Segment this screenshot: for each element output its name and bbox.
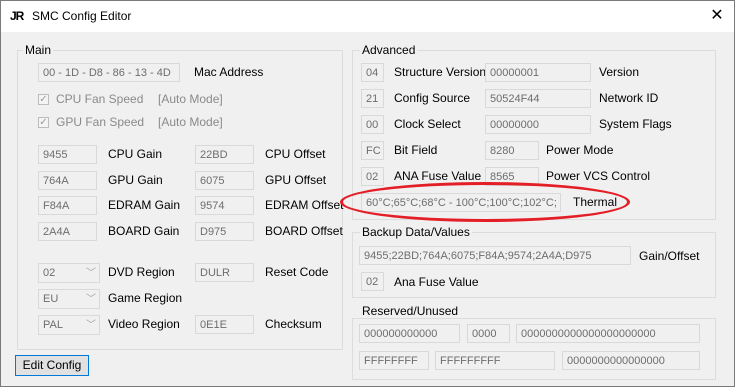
network-id-label: Network ID: [599, 91, 659, 105]
reserved-field-4[interactable]: FFFFFFFF: [359, 351, 429, 370]
ana-fuse-small[interactable]: 02: [361, 167, 384, 186]
chevron-down-icon: ﹀: [86, 294, 96, 305]
backup-ana-fuse-field[interactable]: 02: [361, 272, 384, 291]
gpu-fan-checkbox[interactable]: ✓: [38, 117, 49, 128]
cpu-fan-checkbox[interactable]: ✓: [38, 94, 49, 105]
board-gain-field[interactable]: 2A4A: [38, 222, 97, 241]
window-title: SMC Config Editor: [32, 9, 132, 23]
version-label: Version: [599, 65, 640, 79]
advanced-legend: Advanced: [360, 43, 418, 57]
ana-fuse-label: ANA Fuse Value: [394, 169, 482, 183]
edram-offset-label: EDRAM Offset: [265, 198, 344, 212]
reserved-field-6[interactable]: 0000000000000000: [562, 351, 700, 370]
cpu-fan-label: CPU Fan Speed: [56, 92, 144, 106]
version-field[interactable]: 00000001: [485, 63, 591, 82]
bit-field-small[interactable]: FC: [361, 141, 384, 160]
clock-select-label: Clock Select: [394, 117, 461, 131]
config-source-label: Config Source: [394, 91, 471, 105]
gpu-fan-label: GPU Fan Speed: [56, 115, 145, 129]
close-icon[interactable]: ✕: [701, 3, 733, 29]
app-icon: JR: [10, 9, 24, 23]
power-vcs-label: Power VCS Control: [546, 169, 651, 183]
cpu-fan-mode: [Auto Mode]: [158, 92, 223, 106]
edram-gain-field[interactable]: F84A: [38, 196, 97, 215]
structure-version-small[interactable]: 04: [361, 63, 384, 82]
gpu-fan-mode: [Auto Mode]: [158, 115, 223, 129]
mac-address-field[interactable]: 00 - 1D - D8 - 86 - 13 - 4D: [38, 63, 180, 82]
reset-code-label: Reset Code: [265, 265, 329, 279]
reserved-field-3[interactable]: 0000000000000000000000: [516, 324, 700, 343]
gpu-offset-field[interactable]: 6075: [195, 171, 254, 190]
board-offset-label: BOARD Offset: [265, 224, 343, 238]
gpu-gain-label: GPU Gain: [108, 173, 163, 187]
backup-ana-fuse-label: Ana Fuse Value: [394, 275, 479, 289]
chevron-down-icon: ﹀: [86, 268, 96, 279]
highlight-ellipse: [340, 182, 630, 222]
backup-legend: Backup Data/Values: [360, 225, 472, 239]
mac-address-label: Mac Address: [194, 65, 264, 79]
edit-config-button[interactable]: Edit Config: [15, 355, 89, 376]
reset-code-field[interactable]: DULR: [195, 263, 254, 282]
system-flags-field[interactable]: 00000000: [485, 115, 591, 134]
main-legend: Main: [23, 43, 54, 57]
reserved-field-2[interactable]: 0000: [467, 324, 510, 343]
config-source-small[interactable]: 21: [361, 89, 384, 108]
bit-field-label: Bit Field: [394, 143, 438, 157]
edram-offset-field[interactable]: 9574: [195, 196, 254, 215]
dvd-region-label: DVD Region: [108, 265, 175, 279]
board-offset-field[interactable]: D975: [195, 222, 254, 241]
clock-select-small[interactable]: 00: [361, 115, 384, 134]
checksum-label: Checksum: [265, 317, 322, 331]
system-flags-label: System Flags: [599, 117, 672, 131]
title-bar: JR SMC Config Editor ✕: [1, 1, 734, 32]
board-gain-label: BOARD Gain: [108, 224, 180, 238]
power-mode-label: Power Mode: [546, 143, 614, 157]
gain-offset-label: Gain/Offset: [639, 249, 700, 263]
game-region-select[interactable]: EU ﹀: [38, 289, 100, 309]
dvd-region-select[interactable]: 02 ﹀: [38, 263, 100, 283]
power-mode-field[interactable]: 8280: [485, 141, 539, 160]
window: JR SMC Config Editor ✕ Main 00 - 1D - D8…: [0, 0, 735, 387]
chevron-down-icon: ﹀: [86, 320, 96, 331]
video-region-label: Video Region: [108, 317, 180, 331]
dvd-region-value: 02: [43, 267, 56, 279]
checksum-field[interactable]: 0E1E: [195, 315, 254, 334]
game-region-value: EU: [43, 293, 59, 305]
gpu-offset-label: GPU Offset: [265, 173, 327, 187]
structure-version-label: Structure Version: [394, 65, 487, 79]
game-region-label: Game Region: [108, 291, 183, 305]
gpu-gain-field[interactable]: 764A: [38, 171, 97, 190]
edram-gain-label: EDRAM Gain: [108, 198, 181, 212]
cpu-offset-field[interactable]: 22BD: [195, 145, 254, 164]
video-region-select[interactable]: PAL ﹀: [38, 315, 100, 335]
cpu-offset-label: CPU Offset: [265, 147, 326, 161]
cpu-gain-label: CPU Gain: [108, 147, 163, 161]
reserved-legend: Reserved/Unused: [360, 304, 461, 318]
reserved-field-1[interactable]: 000000000000: [359, 324, 460, 343]
cpu-gain-field[interactable]: 9455: [38, 145, 97, 164]
video-region-value: PAL: [43, 319, 63, 331]
gain-offset-field[interactable]: 9455;22BD;764A;6075;F84A;9574;2A4A;D975: [359, 246, 631, 265]
reserved-field-5[interactable]: FFFFFFFFF: [435, 351, 555, 370]
network-id-field[interactable]: 50524F44: [485, 89, 591, 108]
